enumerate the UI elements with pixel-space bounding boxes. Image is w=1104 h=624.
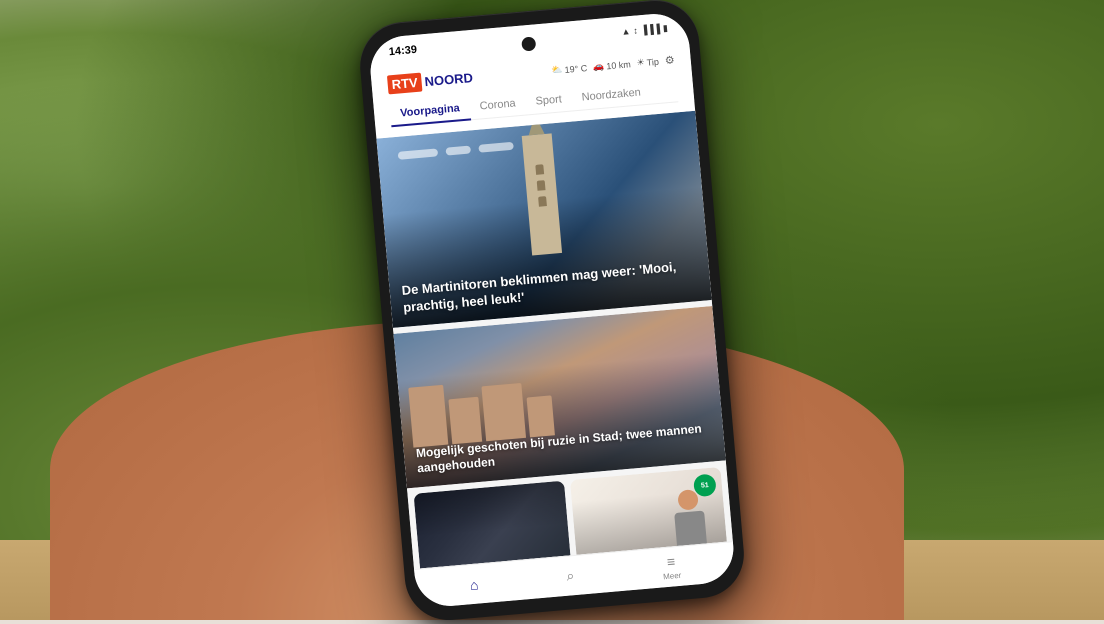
sun-icon: ☀ bbox=[636, 57, 645, 69]
scene: 14:39 ▲ ↕ ▐▐▐ ▮ RTV NOORD bbox=[0, 0, 1104, 620]
status-icons: ▲ ↕ ▐▐▐ ▮ bbox=[621, 22, 668, 37]
battery-icon: ▮ bbox=[662, 22, 668, 33]
bottom-nav-meer[interactable]: ≡ Meer bbox=[661, 553, 682, 581]
second-article[interactable]: Mogelijk geschoten bij ruzie in Stad; tw… bbox=[393, 306, 725, 488]
settings-icon[interactable]: ⚙ bbox=[664, 53, 675, 67]
weather-visibility: 🚗 10 km bbox=[593, 58, 632, 72]
logo[interactable]: RTV NOORD bbox=[387, 68, 477, 95]
tower-windows bbox=[535, 164, 547, 207]
visibility: 10 km bbox=[606, 59, 631, 71]
tab-corona[interactable]: Corona bbox=[469, 91, 527, 120]
car-icon: 🚗 bbox=[593, 61, 605, 73]
bottom-nav-search[interactable]: ⌕ bbox=[566, 567, 575, 585]
home-icon: ⌂ bbox=[469, 576, 479, 593]
cloud-3 bbox=[478, 142, 514, 153]
cloud-1 bbox=[398, 148, 439, 159]
signal-bars: ▐▐▐ bbox=[640, 24, 660, 36]
tower-window-2 bbox=[537, 180, 546, 191]
cloud-2 bbox=[445, 145, 471, 155]
logo-rtv: RTV bbox=[387, 73, 423, 95]
header-weather: ⛅ 19° C 🚗 10 km ☀ Tip ⚙ bbox=[551, 53, 675, 77]
data-icon: ↕ bbox=[633, 25, 638, 35]
weather-temp: ⛅ 19° C bbox=[551, 62, 588, 76]
person-body bbox=[674, 511, 707, 548]
meer-icon: ≡ bbox=[666, 553, 676, 570]
network-icon: ▲ bbox=[621, 26, 631, 37]
logo-noord: NOORD bbox=[421, 68, 477, 92]
tip-label: Tip bbox=[646, 56, 659, 67]
tower-window-3 bbox=[538, 196, 547, 207]
app-content: De Martinitoren beklimmen mag weer: 'Moo… bbox=[376, 111, 732, 569]
hero-article[interactable]: De Martinitoren beklimmen mag weer: 'Moo… bbox=[376, 111, 711, 328]
bottom-nav-home[interactable]: ⌂ bbox=[469, 576, 479, 593]
phone-screen: 14:39 ▲ ↕ ▐▐▐ ▮ RTV NOORD bbox=[368, 11, 737, 609]
tower-window-1 bbox=[535, 164, 544, 175]
bottom-article-left[interactable] bbox=[413, 481, 573, 569]
phone-body: 14:39 ▲ ↕ ▐▐▐ ▮ RTV NOORD bbox=[357, 0, 748, 624]
status-time: 14:39 bbox=[388, 44, 417, 58]
weather-tip[interactable]: ☀ Tip bbox=[636, 56, 659, 69]
phone: 14:39 ▲ ↕ ▐▐▐ ▮ RTV NOORD bbox=[357, 0, 748, 624]
temperature: 19° C bbox=[564, 63, 587, 75]
search-icon: ⌕ bbox=[566, 567, 575, 585]
tab-noordzaken[interactable]: Noordzaken bbox=[571, 80, 652, 111]
tab-sport[interactable]: Sport bbox=[525, 87, 573, 115]
tab-voorpagina[interactable]: Voorpagina bbox=[389, 95, 470, 126]
meer-label: Meer bbox=[663, 571, 682, 582]
cloud-icon: ⛅ bbox=[551, 64, 563, 76]
fc-badge-text: 51 bbox=[701, 482, 709, 490]
martini-tower bbox=[522, 133, 562, 255]
